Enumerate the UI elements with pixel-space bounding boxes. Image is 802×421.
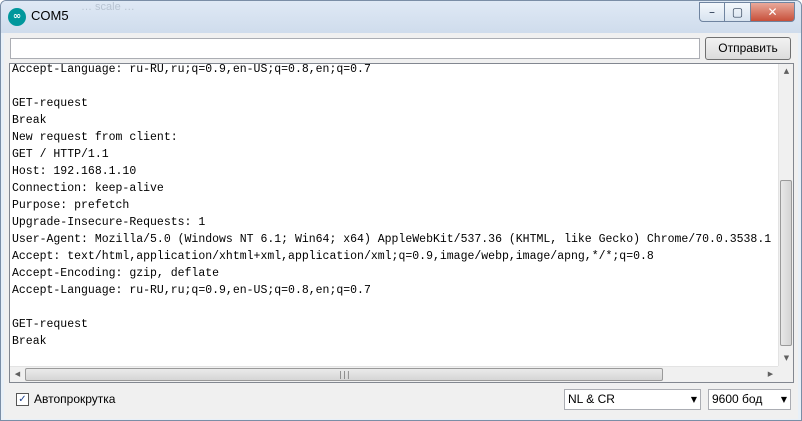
autoscroll-label: Автопрокрутка — [34, 392, 116, 406]
autoscroll-checkbox[interactable]: ✓ — [16, 392, 29, 406]
output-line: Break — [12, 335, 47, 348]
grip-icon: ||| — [338, 370, 350, 379]
title-bar[interactable]: ∞ COM5 … scale … – ▢ ✕ — [1, 1, 801, 33]
baud-rate-value: 9600 бод — [712, 392, 763, 406]
output-line: Accept-Language: ru-RU,ru;q=0.9,en-US;q=… — [12, 284, 371, 297]
output-line: User-Agent: Mozilla/5.0 (Windows NT 6.1;… — [12, 233, 772, 246]
output-line: Accept-Language: ru-RU,ru;q=0.9,en-US;q=… — [12, 63, 371, 76]
send-button[interactable]: Отправить — [705, 37, 791, 60]
serial-monitor-window: ∞ COM5 … scale … – ▢ ✕ Отправить Accept-… — [0, 0, 802, 421]
send-input[interactable] — [10, 38, 700, 59]
maximize-button[interactable]: ▢ — [725, 2, 751, 22]
line-ending-select[interactable]: NL & CR ▼ — [564, 389, 701, 410]
arduino-icon: ∞ — [8, 8, 26, 26]
scroll-down-arrow-icon[interactable]: ▼ — [779, 351, 793, 366]
vertical-scroll-thumb[interactable] — [780, 180, 792, 346]
output-line: Accept: text/html,application/xhtml+xml,… — [12, 250, 654, 263]
window-controls: – ▢ ✕ — [699, 2, 795, 22]
chevron-down-icon: ▼ — [690, 395, 697, 404]
output-line: Upgrade-Insecure-Requests: 1 — [12, 216, 206, 229]
autoscroll-toggle[interactable]: ✓ Автопрокрутка — [16, 392, 115, 406]
output-line: GET / HTTP/1.1 — [12, 148, 109, 161]
horizontal-scrollbar[interactable]: ◀ ||| ▶ — [10, 366, 778, 382]
baud-rate-select[interactable]: 9600 бод ▼ — [708, 389, 791, 410]
scroll-right-arrow-icon[interactable]: ▶ — [763, 367, 778, 382]
client-area: Отправить Accept-Language: ru-RU,ru;q=0.… — [4, 33, 798, 419]
output-lines: Accept-Language: ru-RU,ru;q=0.9,en-US;q=… — [12, 63, 782, 350]
output-line: GET-request — [12, 318, 88, 331]
output-line: Host: 192.168.1.10 — [12, 165, 137, 178]
scroll-up-arrow-icon[interactable]: ▲ — [779, 64, 793, 79]
close-button[interactable]: ✕ — [751, 2, 795, 22]
serial-output[interactable]: Accept-Language: ru-RU,ru;q=0.9,en-US;q=… — [9, 63, 794, 383]
chevron-down-icon: ▼ — [780, 395, 787, 404]
output-line: GET-request — [12, 97, 88, 110]
window-title: COM5 — [31, 8, 69, 23]
output-line: Purpose: prefetch — [12, 199, 130, 212]
output-line: New request from client: — [12, 131, 178, 144]
output-line: Accept-Encoding: gzip, deflate — [12, 267, 220, 280]
horizontal-scroll-thumb[interactable]: ||| — [25, 368, 663, 381]
output-line: Connection: keep-alive — [12, 182, 164, 195]
scroll-corner — [778, 366, 793, 382]
vertical-scrollbar[interactable]: ▲ ▼ — [778, 64, 793, 366]
line-ending-value: NL & CR — [568, 392, 615, 406]
background-window-text: … scale … — [81, 1, 135, 13]
output-line: Break — [12, 114, 47, 127]
scroll-left-arrow-icon[interactable]: ◀ — [10, 367, 25, 382]
minimize-button[interactable]: – — [699, 2, 725, 22]
